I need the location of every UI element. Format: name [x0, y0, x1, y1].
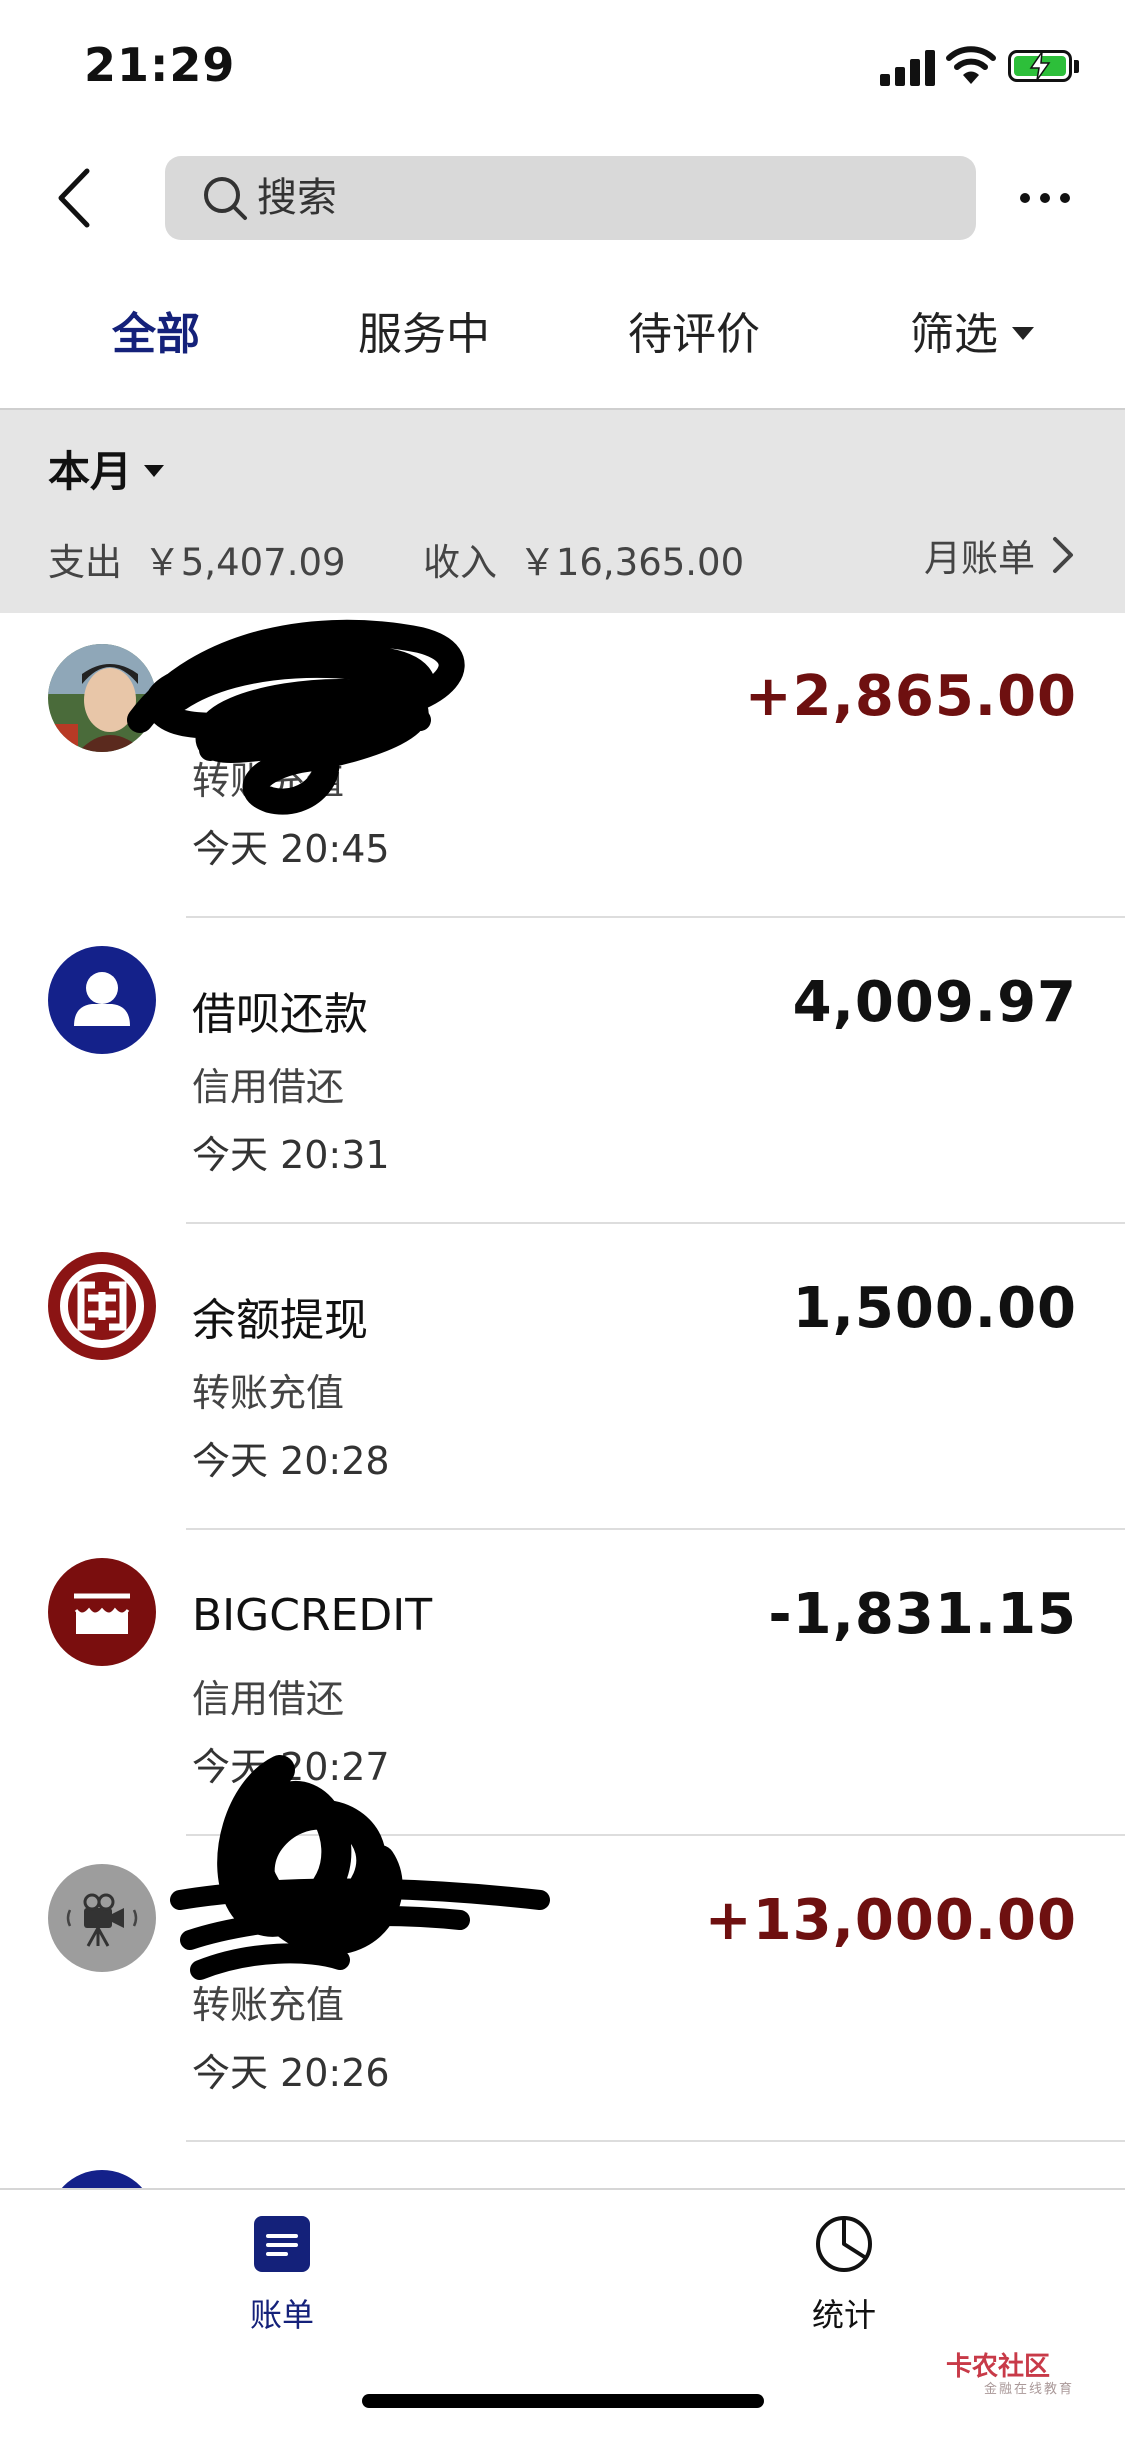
caret-down-icon: [1012, 326, 1034, 340]
transaction-amount: 1,500.00: [792, 1276, 1077, 1341]
income-label: 收入: [423, 541, 498, 584]
status-time: 21:29: [84, 38, 236, 92]
transaction-time: 今天 20:45: [192, 827, 390, 871]
month-label: 本月: [48, 447, 133, 496]
signal-icon: [880, 50, 938, 86]
tab-statistics[interactable]: 统计: [744, 2214, 944, 2336]
transaction-name: 借呗还款: [192, 989, 368, 1040]
transaction-time: 今天 20:26: [192, 2051, 390, 2095]
redaction-scribble: [170, 1755, 550, 1980]
charging-bolt-icon: [1029, 51, 1051, 81]
transaction-amount: +2,865.00: [744, 664, 1077, 729]
monthly-bill-label: 月账单: [924, 537, 1035, 580]
filter-tabs: 全部 服务中 待评价 筛选: [0, 300, 1125, 380]
row-divider: [186, 2140, 1125, 2142]
transaction-amount: -1,831.15: [768, 1582, 1077, 1647]
tab-filter-label: 筛选: [910, 309, 998, 360]
expense-label: 支出: [48, 541, 122, 584]
tab-filter[interactable]: 筛选: [910, 300, 1034, 370]
tab-all[interactable]: 全部: [112, 300, 200, 370]
chevron-right-icon: [1053, 537, 1073, 573]
tab-in-service[interactable]: 服务中: [358, 300, 490, 370]
redaction-scribble: [127, 619, 465, 815]
month-totals: 支出 ￥5,407.09 收入 ￥16,365.00: [48, 532, 754, 586]
tab-statistics-label: 统计: [811, 2296, 876, 2334]
transaction-name: 余额提现: [192, 1295, 368, 1346]
search-placeholder: 搜索: [257, 175, 337, 221]
icbc-bank-icon: [48, 1252, 156, 1360]
more-dots-icon: [1020, 193, 1070, 203]
transaction-row[interactable]: 借呗还款 信用借还 今天 20:31 4,009.97: [0, 918, 1125, 1224]
search-input[interactable]: 搜索: [165, 156, 976, 240]
monthly-bill-link[interactable]: 月账单: [924, 528, 1077, 582]
transaction-category: 信用借还: [192, 1677, 345, 1721]
back-button[interactable]: [40, 158, 110, 238]
person-icon: [48, 946, 156, 1054]
watermark-subtitle: 金融在线教育: [984, 2382, 1075, 2397]
transaction-category: 转账充值: [192, 1371, 345, 1415]
tab-bill-label: 账单: [249, 2296, 314, 2334]
tab-bill[interactable]: 账单: [182, 2214, 382, 2336]
month-selector[interactable]: 本月: [48, 438, 165, 499]
month-summary: 本月 支出 ￥5,407.09 收入 ￥16,365.00 月账单: [0, 408, 1125, 613]
store-icon: [48, 1558, 156, 1666]
income-value: ￥16,365.00: [518, 541, 745, 584]
wifi-icon: [946, 46, 996, 84]
caret-down-icon: [144, 464, 165, 477]
transaction-category: 信用借还: [192, 1065, 345, 1109]
transaction-amount: +13,000.00: [704, 1888, 1077, 1953]
tab-pending-review[interactable]: 待评价: [628, 300, 760, 370]
search-icon: [204, 177, 247, 220]
status-bar: 21:29: [0, 0, 1125, 140]
more-button[interactable]: [1010, 170, 1080, 226]
transaction-time: 今天 20:31: [192, 1133, 390, 1177]
pie-chart-icon: [816, 2216, 872, 2272]
transaction-amount: 4,009.97: [792, 970, 1077, 1035]
home-indicator: [362, 2394, 764, 2408]
camera-icon: [48, 1864, 156, 1972]
transaction-row[interactable]: 余额提现 转账充值 今天 20:28 1,500.00: [0, 1224, 1125, 1530]
transaction-name: BIGCREDIT: [192, 1590, 433, 1641]
bill-icon: [254, 2216, 310, 2272]
transaction-time: 今天 20:28: [192, 1439, 390, 1483]
expense-value: ￥5,407.09: [143, 541, 346, 584]
chevron-left-icon: [58, 168, 90, 228]
